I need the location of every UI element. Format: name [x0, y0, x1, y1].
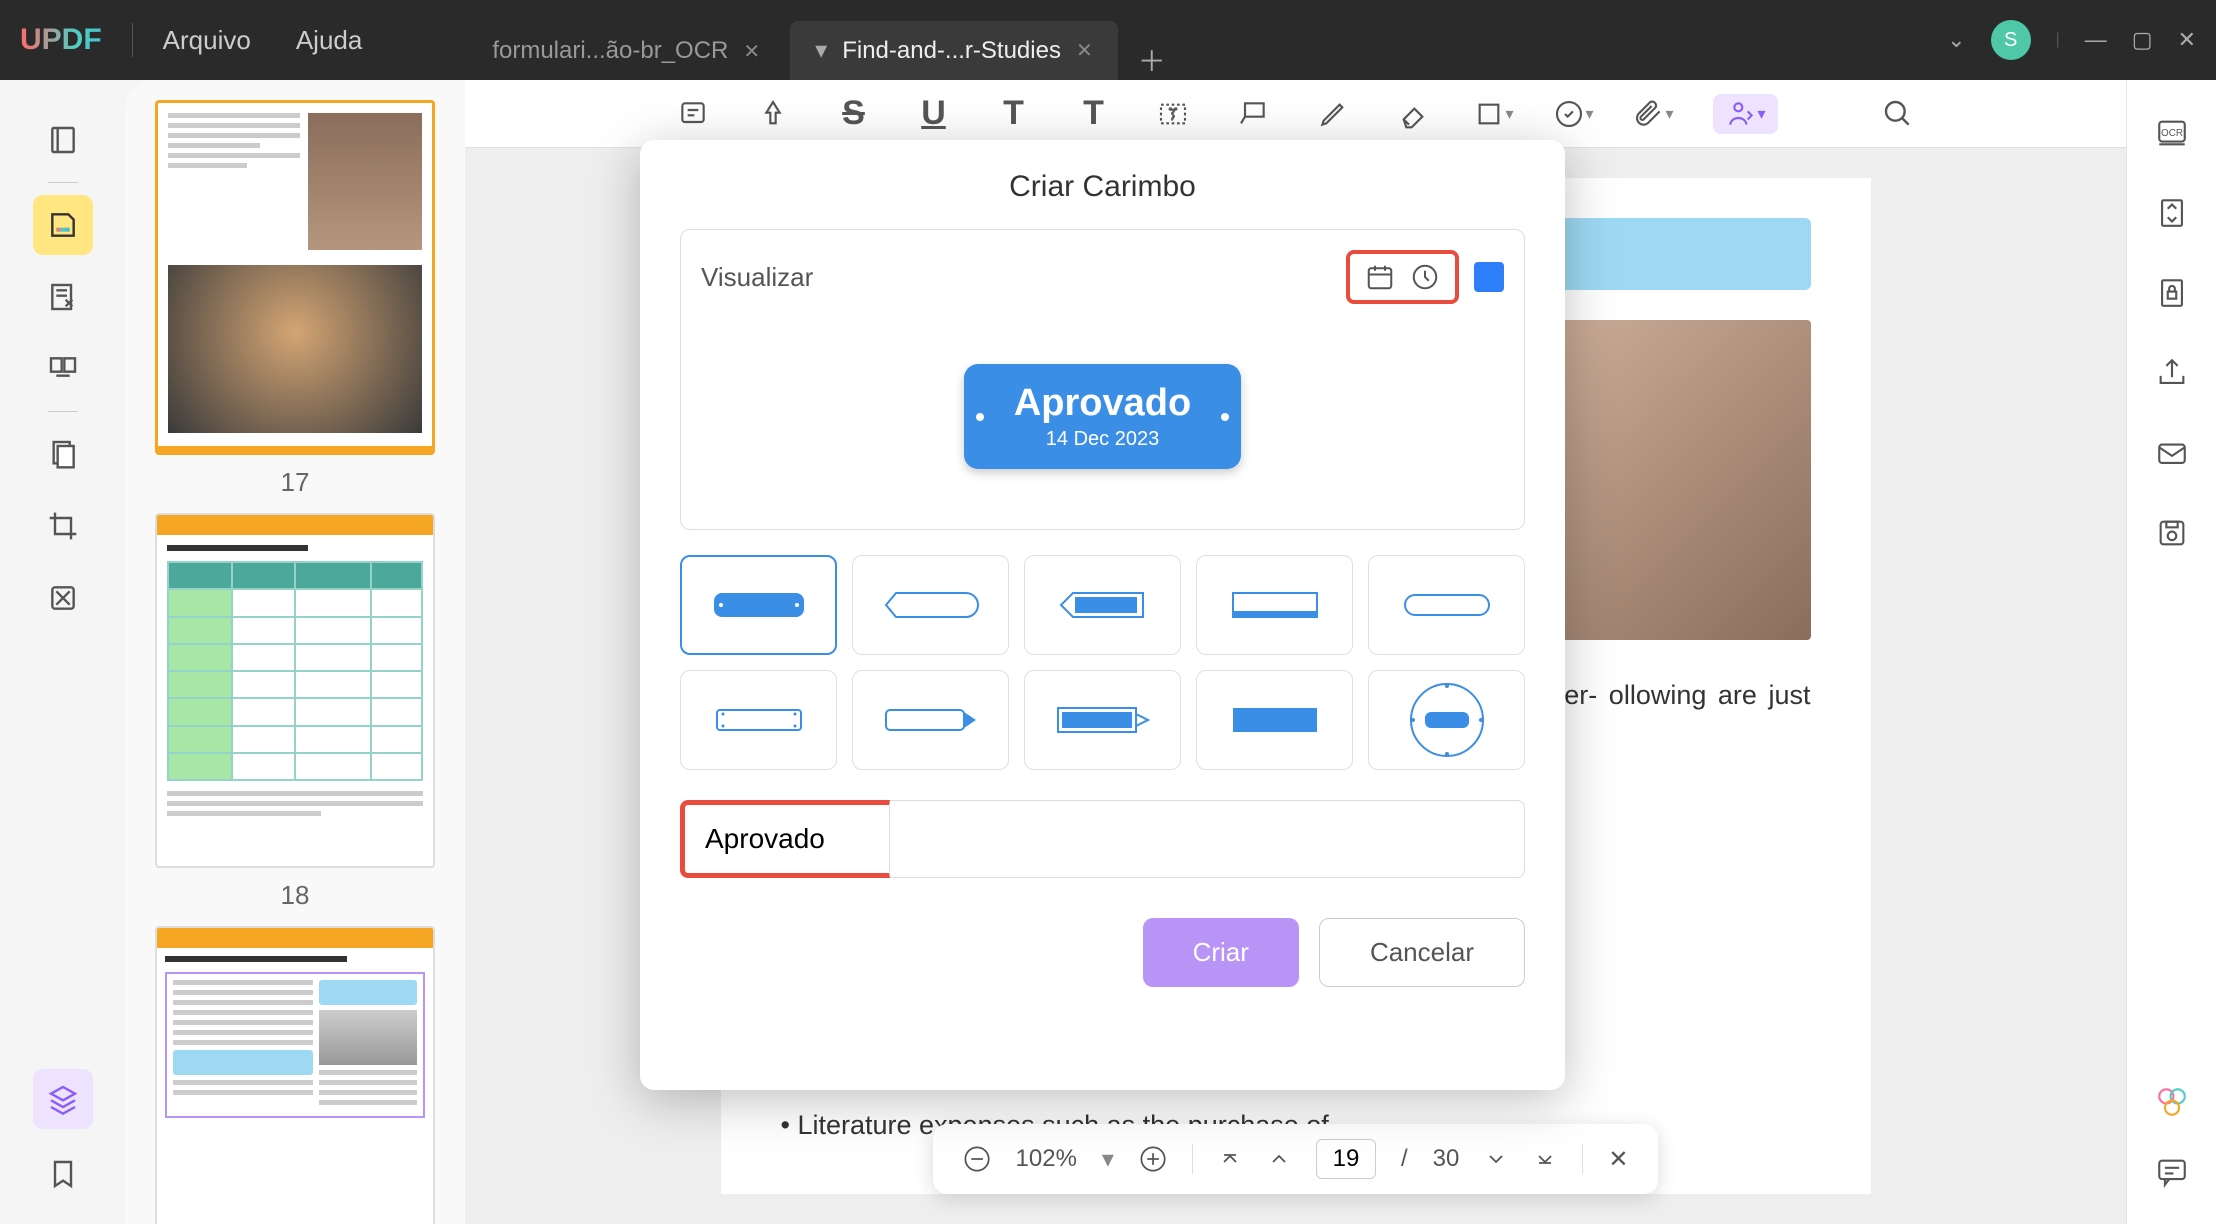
cancel-button[interactable]: Cancelar	[1319, 918, 1525, 987]
maximize-button[interactable]: ▢	[2132, 27, 2153, 53]
bookmark-icon[interactable]	[33, 1144, 93, 1204]
stamp-shape-9[interactable]	[1196, 670, 1353, 770]
prev-page-button[interactable]	[1267, 1147, 1291, 1171]
close-icon[interactable]: ✕	[743, 39, 760, 64]
svg-text:T: T	[1169, 106, 1179, 123]
stamp-shape-10[interactable]	[1368, 670, 1525, 770]
thumbnail-19[interactable]	[155, 926, 435, 1224]
dialog-title: Criar Carimbo	[680, 170, 1525, 204]
menu-help[interactable]: Ajuda	[296, 25, 363, 56]
ocr-icon[interactable]: OCR	[2149, 110, 2194, 155]
menu-file[interactable]: Arquivo	[163, 25, 251, 56]
chevron-down-icon[interactable]: ⌄	[1947, 27, 1965, 53]
page-tool[interactable]	[33, 424, 93, 484]
stamp-shape-3[interactable]	[1024, 555, 1181, 655]
pencil-icon[interactable]	[1313, 94, 1353, 134]
redact-tool[interactable]	[33, 568, 93, 628]
thumb-number: 18	[155, 880, 435, 911]
svg-text:OCR: OCR	[2160, 127, 2182, 138]
reader-tool[interactable]	[33, 110, 93, 170]
organize-tool[interactable]	[33, 339, 93, 399]
right-toolbar: OCR	[2126, 80, 2216, 1224]
stamp-color-swatch[interactable]	[1474, 262, 1504, 292]
tab-label: Find-and-...r-Studies	[842, 37, 1061, 65]
attach-icon[interactable]: ▾	[1633, 94, 1673, 134]
stamp-date: 14 Dec 2023	[1014, 428, 1191, 451]
edit-tool[interactable]	[33, 267, 93, 327]
shape-icon[interactable]: ▾	[1473, 94, 1513, 134]
stamp-shape-grid	[680, 555, 1525, 770]
textbox-icon[interactable]: T	[1153, 94, 1193, 134]
create-button[interactable]: Criar	[1143, 918, 1299, 987]
minimize-button[interactable]: —	[2085, 27, 2107, 53]
highlight-icon[interactable]	[753, 94, 793, 134]
crop-tool[interactable]	[33, 496, 93, 556]
last-page-button[interactable]	[1533, 1147, 1557, 1171]
zoom-dropdown-icon[interactable]: ▾	[1102, 1145, 1114, 1174]
thumbnail-18[interactable]: 18	[155, 513, 435, 911]
date-time-toggle[interactable]	[1346, 250, 1459, 304]
protect-icon[interactable]	[2149, 270, 2194, 315]
zoom-level: 102%	[1016, 1145, 1077, 1173]
preview-label: Visualizar	[701, 262, 813, 293]
zoom-in-button[interactable]	[1139, 1145, 1167, 1173]
page-number-input[interactable]	[1316, 1139, 1376, 1179]
underline-icon[interactable]: U	[913, 94, 953, 134]
app-logo: UPDF	[20, 23, 133, 57]
stamp-shape-1[interactable]	[680, 555, 837, 655]
note-icon[interactable]	[673, 94, 713, 134]
stamp-shape-2[interactable]	[852, 555, 1009, 655]
stamp-shape-5[interactable]	[1368, 555, 1525, 655]
squiggly-icon[interactable]: T	[993, 94, 1033, 134]
close-button[interactable]: ✕	[2178, 27, 2196, 53]
zoom-out-button[interactable]	[963, 1145, 991, 1173]
avatar[interactable]: S	[1991, 20, 2031, 60]
left-toolbar	[0, 80, 125, 1224]
convert-icon[interactable]	[2149, 190, 2194, 235]
stamp-preview: Aprovado 14 Dec 2023	[964, 364, 1241, 469]
tab-dropdown-icon[interactable]: ▾	[815, 36, 827, 65]
stamp-shape-4[interactable]	[1196, 555, 1353, 655]
clock-icon[interactable]	[1410, 262, 1440, 292]
comment-tool[interactable]	[33, 195, 93, 255]
stamp-text: Aprovado	[1014, 382, 1191, 425]
calendar-icon[interactable]	[1365, 262, 1395, 292]
zoom-nav-bar: 102% ▾ / 30 ✕	[933, 1124, 1659, 1194]
layers-icon[interactable]	[33, 1069, 93, 1129]
close-icon[interactable]: ✕	[1076, 38, 1093, 63]
eraser-icon[interactable]	[1393, 94, 1433, 134]
tab-formulario[interactable]: formulari...ão-br_OCR ✕	[467, 22, 785, 80]
stamp-shape-8[interactable]	[1024, 670, 1181, 770]
stamp-shape-6[interactable]	[680, 670, 837, 770]
save-icon[interactable]	[2149, 510, 2194, 555]
page-total: 30	[1433, 1145, 1460, 1173]
email-icon[interactable]	[2149, 430, 2194, 475]
share-icon[interactable]	[2149, 350, 2194, 395]
tab-label: formulari...ão-br_OCR	[492, 37, 728, 65]
next-page-button[interactable]	[1484, 1147, 1508, 1171]
tab-find-studies[interactable]: ▾ Find-and-...r-Studies ✕	[790, 21, 1118, 80]
new-tab-button[interactable]: ＋	[1138, 40, 1166, 80]
comment-panel-icon[interactable]	[2149, 1149, 2194, 1194]
stamp-text-input-extend[interactable]	[890, 800, 1525, 878]
signature-icon[interactable]: ▾	[1713, 94, 1777, 134]
stamp-text-input[interactable]	[680, 800, 890, 878]
create-stamp-dialog: Criar Carimbo Visualizar Aprovado 14 Dec…	[640, 140, 1565, 1090]
thumb-number: 17	[155, 467, 435, 498]
annotation-toolbar: S U T T T ▾ ▾ ▾ ▾	[465, 80, 2126, 148]
stamp-shape-7[interactable]	[852, 670, 1009, 770]
thumbnail-17[interactable]: 17	[155, 100, 435, 498]
stamp-icon[interactable]: ▾	[1553, 94, 1593, 134]
ai-icon[interactable]	[2149, 1079, 2194, 1124]
thumbnail-panel: 17 18	[125, 80, 465, 1224]
page-sep: /	[1401, 1145, 1408, 1173]
first-page-button[interactable]	[1218, 1147, 1242, 1171]
callout-icon[interactable]	[1233, 94, 1273, 134]
close-bar-button[interactable]: ✕	[1608, 1145, 1628, 1174]
search-icon[interactable]	[1878, 94, 1918, 134]
text-icon[interactable]: T	[1073, 94, 1113, 134]
strikethrough-icon[interactable]: S	[833, 94, 873, 134]
